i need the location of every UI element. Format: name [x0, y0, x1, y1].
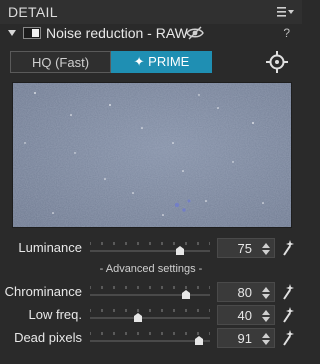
mode-selector: HQ (Fast) ✦ PRIME — [10, 51, 212, 73]
luminance-slider[interactable] — [90, 240, 210, 256]
chrominance-slider[interactable] — [90, 284, 210, 300]
low-freq-slider[interactable] — [90, 307, 210, 323]
panel-title: DETAIL — [8, 4, 58, 20]
module-toggle-icon[interactable] — [23, 27, 41, 39]
low-freq-stepper[interactable]: 40 — [217, 305, 275, 325]
chrominance-label: Chrominance — [4, 284, 82, 299]
chrominance-value[interactable]: 80 — [238, 285, 252, 300]
hq-fast-button[interactable]: HQ (Fast) — [10, 51, 111, 73]
help-icon[interactable]: ? — [283, 26, 290, 40]
auto-wand-icon[interactable] — [281, 306, 295, 324]
auto-wand-icon[interactable] — [281, 329, 295, 347]
collapse-triangle-icon[interactable] — [8, 29, 16, 37]
auto-wand-icon[interactable] — [281, 239, 295, 257]
luminance-slider-handle — [176, 246, 184, 255]
module-title: Noise reduction - RAW — [46, 25, 188, 41]
low-freq-label: Low freq. — [28, 307, 82, 322]
loupe-target-icon[interactable] — [266, 51, 288, 73]
noise-preview-image[interactable] — [12, 82, 292, 228]
dead-pixels-stepper[interactable]: 91 — [217, 328, 275, 348]
advanced-settings-label[interactable]: - Advanced settings - — [0, 263, 302, 275]
chrominance-slider-handle — [182, 290, 190, 299]
dead-pixels-value[interactable]: 91 — [238, 331, 252, 346]
low-freq-slider-handle — [134, 313, 142, 322]
panel-menu-icon[interactable] — [276, 4, 296, 20]
stepper-arrows-icon[interactable] — [261, 241, 271, 257]
stepper-arrows-icon[interactable] — [261, 331, 271, 347]
dead-pixels-label: Dead pixels — [14, 330, 82, 345]
panel-header: DETAIL — [0, 0, 302, 25]
stepper-arrows-icon[interactable] — [261, 308, 271, 324]
stepper-arrows-icon[interactable] — [261, 285, 271, 301]
auto-wand-icon[interactable] — [281, 283, 295, 301]
dead-pixels-slider-handle — [195, 336, 203, 345]
dead-pixels-slider[interactable] — [90, 330, 210, 346]
low-freq-value[interactable]: 40 — [238, 308, 252, 323]
chrominance-stepper[interactable]: 80 — [217, 282, 275, 302]
eye-toggle-icon[interactable] — [186, 26, 204, 40]
luminance-value[interactable]: 75 — [238, 241, 252, 256]
preview-texture — [13, 83, 291, 227]
luminance-stepper[interactable]: 75 — [217, 238, 275, 258]
prime-button[interactable]: ✦ PRIME — [111, 51, 212, 73]
luminance-label: Luminance — [18, 240, 82, 255]
